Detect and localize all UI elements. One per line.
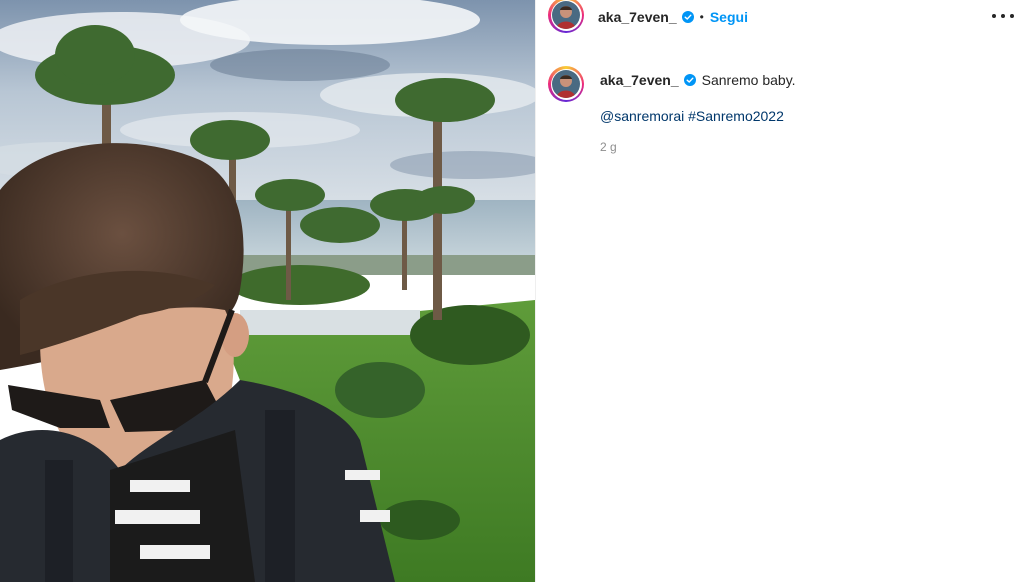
mention-link[interactable]: @sanremorai <box>600 108 684 124</box>
post-image <box>0 0 535 582</box>
caption-username[interactable]: aka_7even_ <box>600 72 679 88</box>
author-username[interactable]: aka_7even_ <box>598 9 677 25</box>
caption-body: aka_7even_ Sanremo baby. @sanremorai #Sa… <box>600 72 1010 154</box>
avatar-image <box>552 70 580 98</box>
post-timestamp[interactable]: 2 g <box>600 140 1010 154</box>
instagram-post: aka_7even_ • Segui aka_7even_ Sanremo ba… <box>0 0 1024 582</box>
caption-tags: @sanremorai #Sanremo2022 <box>600 108 1010 124</box>
caption-avatar[interactable] <box>548 66 584 102</box>
post-header: aka_7even_ • Segui <box>548 0 1018 34</box>
separator-dot: • <box>699 10 704 24</box>
author-avatar[interactable] <box>548 0 584 33</box>
caption-text: Sanremo baby. <box>701 72 796 88</box>
more-options-icon[interactable] <box>992 8 1014 24</box>
caption-line: aka_7even_ Sanremo baby. <box>600 72 1010 88</box>
verified-badge-icon <box>683 74 696 86</box>
follow-button[interactable]: Segui <box>710 9 748 25</box>
verified-badge-icon <box>681 11 694 23</box>
post-side-panel: aka_7even_ • Segui aka_7even_ Sanremo ba… <box>535 0 1024 582</box>
post-photo[interactable] <box>0 0 535 582</box>
hashtag-link[interactable]: #Sanremo2022 <box>688 108 784 124</box>
avatar-image <box>552 1 580 29</box>
